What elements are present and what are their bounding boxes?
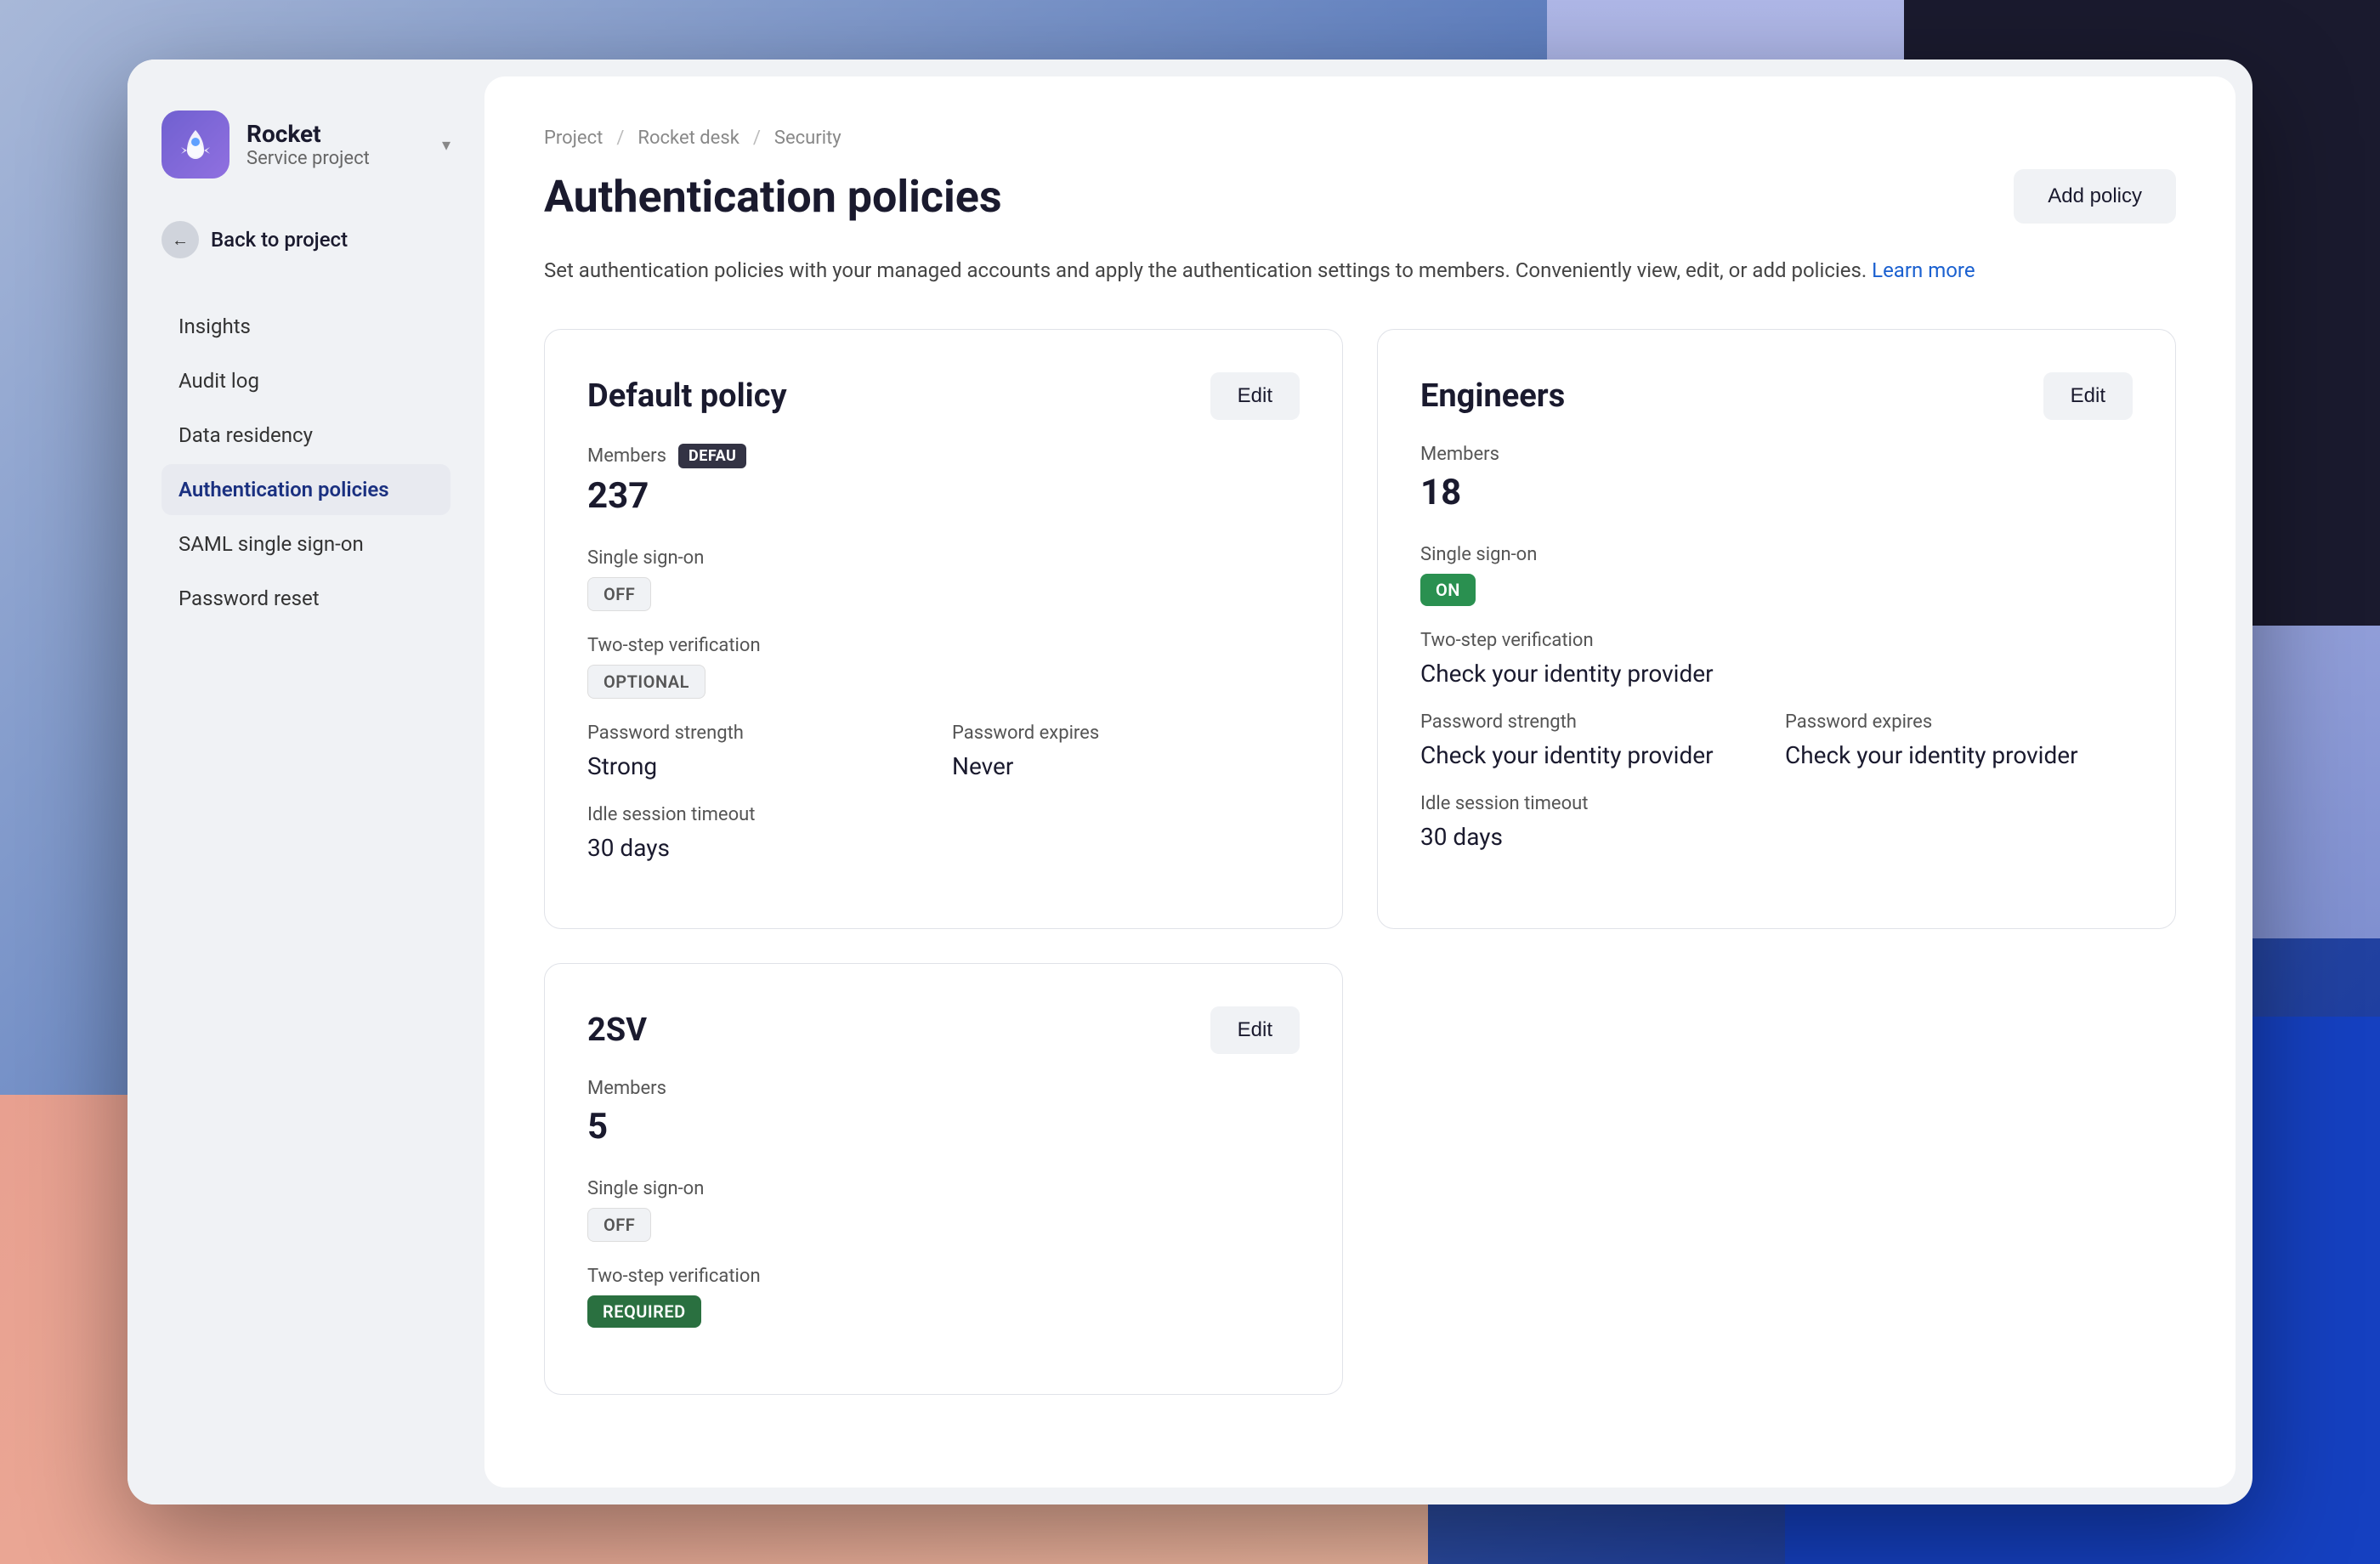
sso-badge-default: OFF (587, 577, 651, 611)
breadcrumb-project[interactable]: Project (544, 128, 603, 149)
project-info: Rocket Service project (246, 120, 425, 170)
password-strength-label-engineers: Password strength (1420, 711, 1768, 733)
back-button-label: Back to project (211, 228, 348, 252)
password-expires-label-default: Password expires (952, 722, 1300, 744)
edit-button-default[interactable]: Edit (1210, 372, 1300, 420)
password-expires-value-default: Never (952, 752, 1300, 780)
two-step-label-2sv: Two-step verification (587, 1266, 1300, 1287)
members-count-engineers: 18 (1420, 472, 2133, 513)
breadcrumb: Project / Rocket desk / Security (544, 128, 2176, 149)
sso-field-default: Single sign-on OFF (587, 547, 1300, 611)
sidebar-navigation: Insights Audit log Data residency Authen… (162, 301, 450, 624)
password-expires-field-engineers: Password expires Check your identity pro… (1785, 711, 2133, 769)
password-expires-field-default: Password expires Never (952, 722, 1300, 780)
edit-button-2sv[interactable]: Edit (1210, 1006, 1300, 1054)
two-step-field-engineers: Two-step verification Check your identit… (1420, 630, 2133, 688)
password-strength-label-default: Password strength (587, 722, 935, 744)
idle-session-value-engineers: 30 days (1420, 823, 2133, 851)
two-step-field-default: Two-step verification OPTIONAL (587, 635, 1300, 699)
members-label-default: Members DEFAU (587, 444, 1300, 468)
sso-label-default: Single sign-on (587, 547, 1300, 569)
password-strength-value-default: Strong (587, 752, 935, 780)
project-name: Rocket (246, 120, 425, 149)
sso-label-engineers: Single sign-on (1420, 544, 2133, 565)
idle-session-value-default: 30 days (587, 834, 1300, 862)
sso-badge-engineers: ON (1420, 574, 1476, 606)
policy-title-default: Default policy (587, 377, 787, 415)
project-dropdown-icon[interactable]: ▾ (442, 134, 450, 155)
policy-card-default: Default policy Edit Members DEFAU 237 Si… (544, 329, 1343, 929)
two-step-badge-2sv: REQUIRED (587, 1295, 701, 1328)
default-badge: DEFAU (678, 444, 746, 468)
policy-card-2sv: 2SV Edit Members 5 Single sign-on OFF Tw… (544, 963, 1343, 1395)
app-window: Rocket Service project ▾ ← Back to proje… (128, 60, 2252, 1504)
sso-field-engineers: Single sign-on ON (1420, 544, 2133, 606)
breadcrumb-sep-2: / (753, 128, 761, 149)
breadcrumb-rocket-desk[interactable]: Rocket desk (638, 128, 739, 149)
back-to-project-button[interactable]: ← Back to project (162, 221, 450, 258)
sso-field-2sv: Single sign-on OFF (587, 1178, 1300, 1242)
password-expires-label-engineers: Password expires (1785, 711, 2133, 733)
idle-session-label-default: Idle session timeout (587, 804, 1300, 825)
sidebar-header: Rocket Service project ▾ (162, 110, 450, 178)
sidebar-item-authentication-policies[interactable]: Authentication policies (162, 464, 450, 515)
password-row-engineers: Password strength Check your identity pr… (1420, 711, 2133, 769)
policy-card-header-engineers: Engineers Edit (1420, 372, 2133, 420)
two-step-value-engineers: Check your identity provider (1420, 660, 2133, 688)
password-strength-field-default: Password strength Strong (587, 722, 935, 780)
project-logo (162, 110, 230, 178)
sidebar-item-password-reset[interactable]: Password reset (162, 573, 450, 624)
policy-title-2sv: 2SV (587, 1012, 647, 1049)
idle-session-label-engineers: Idle session timeout (1420, 793, 2133, 814)
sidebar-item-insights[interactable]: Insights (162, 301, 450, 352)
password-strength-value-engineers: Check your identity provider (1420, 741, 1768, 769)
breadcrumb-security[interactable]: Security (774, 128, 842, 149)
two-step-label-engineers: Two-step verification (1420, 630, 2133, 651)
members-label-engineers: Members (1420, 444, 2133, 465)
password-row-default: Password strength Strong Password expire… (587, 722, 1300, 780)
idle-session-field-engineers: Idle session timeout 30 days (1420, 793, 2133, 851)
members-label-2sv: Members (587, 1078, 1300, 1099)
page-description: Set authentication policies with your ma… (544, 254, 2176, 286)
members-count-2sv: 5 (587, 1106, 1300, 1148)
idle-session-field-default: Idle session timeout 30 days (587, 804, 1300, 862)
sidebar-item-data-residency[interactable]: Data residency (162, 410, 450, 461)
page-header: Authentication policies Add policy (544, 169, 2176, 224)
sso-badge-2sv: OFF (587, 1208, 651, 1242)
policy-title-engineers: Engineers (1420, 377, 1565, 415)
policy-grid: Default policy Edit Members DEFAU 237 Si… (544, 329, 2176, 1395)
edit-button-engineers[interactable]: Edit (2043, 372, 2133, 420)
learn-more-link[interactable]: Learn more (1872, 258, 1975, 282)
two-step-field-2sv: Two-step verification REQUIRED (587, 1266, 1300, 1328)
policy-card-header-default: Default policy Edit (587, 372, 1300, 420)
description-text: Set authentication policies with your ma… (544, 258, 1867, 282)
sidebar: Rocket Service project ▾ ← Back to proje… (128, 60, 484, 1504)
project-subtitle: Service project (246, 148, 425, 169)
breadcrumb-sep-1: / (616, 128, 624, 149)
password-strength-field-engineers: Password strength Check your identity pr… (1420, 711, 1768, 769)
main-content: Project / Rocket desk / Security Authent… (484, 76, 2236, 1488)
two-step-label-default: Two-step verification (587, 635, 1300, 656)
policy-card-engineers: Engineers Edit Members 18 Single sign-on… (1377, 329, 2176, 929)
policy-card-header-2sv: 2SV Edit (587, 1006, 1300, 1054)
sso-label-2sv: Single sign-on (587, 1178, 1300, 1199)
sidebar-item-audit-log[interactable]: Audit log (162, 355, 450, 406)
two-step-badge-default: OPTIONAL (587, 665, 706, 699)
password-expires-value-engineers: Check your identity provider (1785, 741, 2133, 769)
back-icon: ← (162, 221, 199, 258)
page-title: Authentication policies (544, 171, 1002, 223)
add-policy-button[interactable]: Add policy (2014, 169, 2176, 224)
sidebar-item-saml-sso[interactable]: SAML single sign-on (162, 518, 450, 570)
members-count-default: 237 (587, 475, 1300, 517)
